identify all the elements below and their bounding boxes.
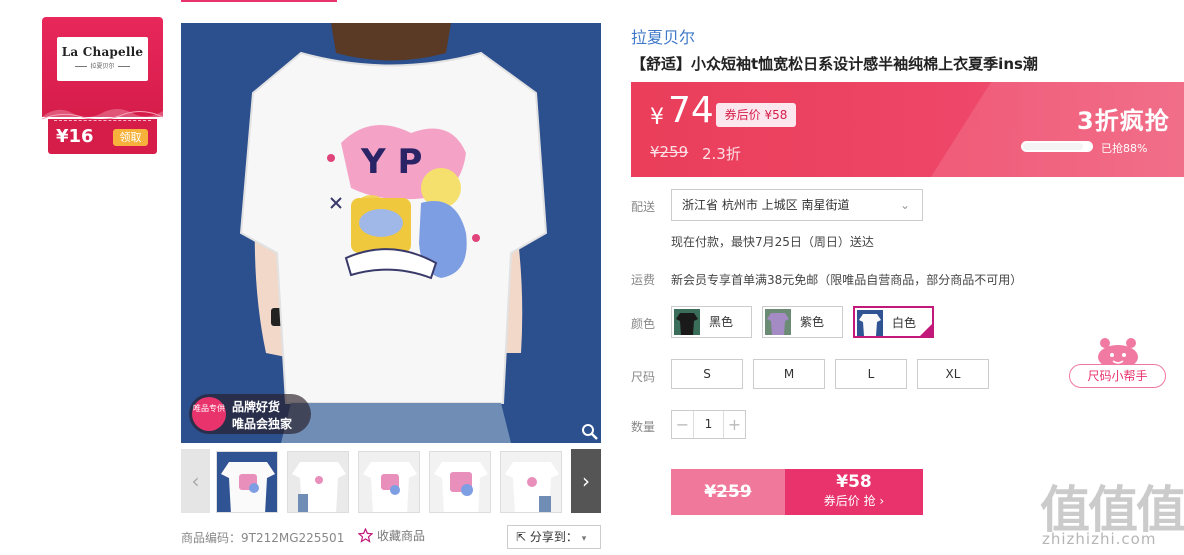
- buy-original-price: ¥259: [704, 482, 752, 502]
- color-swatch-image: [765, 309, 791, 335]
- delivery-location: 浙江省 杭州市 上城区 南星街道: [682, 198, 850, 212]
- shipping-text: 新会员专享首单满38元免邮（限唯品自营商品，部分商品不可用）: [671, 273, 1023, 287]
- quantity-value[interactable]: 1: [694, 411, 723, 438]
- active-tab-indicator: [181, 0, 337, 2]
- size-label: 尺码: [631, 370, 656, 384]
- badge-line2: 唯品会独家: [232, 417, 293, 431]
- favorite-button[interactable]: 收藏商品: [358, 527, 425, 544]
- discount-text: 2.3折: [702, 145, 741, 163]
- brand-logo-sub: 拉夏贝尔: [57, 61, 148, 70]
- buy-now-button[interactable]: ¥58 券后价 抢 ›: [785, 469, 923, 515]
- brand-coupon-card[interactable]: La Chapelle 拉夏贝尔 ¥16 领取: [42, 17, 163, 154]
- size-helper-button[interactable]: 尺码小帮手: [1069, 364, 1166, 388]
- caret-down-icon: ▾: [581, 534, 587, 544]
- color-option-black[interactable]: 黑色: [671, 306, 752, 338]
- shipping-label: 运费: [631, 273, 656, 287]
- current-price: 74: [668, 90, 714, 131]
- thumbnail-image: [359, 452, 419, 512]
- chevron-right-icon: ›: [582, 469, 590, 493]
- thumbnail-1[interactable]: [216, 451, 278, 513]
- brand-logo-name: La Chapelle: [61, 45, 144, 59]
- size-option-xl[interactable]: XL: [917, 359, 989, 389]
- badge-line1: 品牌好货: [232, 400, 281, 414]
- color-option-label: 黑色: [709, 315, 734, 329]
- star-icon: [358, 528, 373, 543]
- badge-circle: 唯品专供: [192, 397, 226, 431]
- thumbnail-image: [288, 452, 348, 512]
- size-option-s[interactable]: S: [671, 359, 743, 389]
- thumbnail-image: [430, 452, 490, 512]
- original-price-button[interactable]: ¥259: [671, 469, 785, 515]
- price-bar: ¥ 74 券后价 ¥58 ¥259 2.3折 3折疯抢 已抢88%: [631, 82, 1184, 177]
- tshirt-illustration: Y P: [181, 23, 601, 443]
- color-swatch-image: [674, 309, 700, 335]
- chevron-left-icon: ‹: [191, 469, 200, 493]
- original-price: ¥259: [650, 143, 689, 161]
- size-helper[interactable]: 尺码小帮手: [1069, 333, 1167, 390]
- share-label: 分享到：: [529, 530, 578, 544]
- share-icon: ⇱: [516, 530, 527, 544]
- claim-coupon-button[interactable]: 领取: [113, 129, 148, 146]
- product-code: 商品编码：9T212MG225501: [181, 531, 345, 545]
- chevron-down-icon: ⌄: [899, 198, 910, 212]
- thumbnail-4[interactable]: [429, 451, 491, 513]
- size-option-l[interactable]: L: [835, 359, 907, 389]
- coupon-divider: [54, 120, 151, 121]
- site-watermark: 值值值 zhizhizhi.com: [1038, 470, 1184, 555]
- delivery-label: 配送: [631, 200, 656, 214]
- color-option-label: 白色: [892, 316, 917, 330]
- thumbnail-image: [217, 452, 277, 512]
- brand-logo[interactable]: La Chapelle 拉夏贝尔: [57, 37, 148, 81]
- svg-text:Y P: Y P: [360, 142, 422, 182]
- selected-check-icon: [919, 323, 933, 337]
- flash-sale-label: 3折疯抢: [1077, 107, 1170, 135]
- sold-text: 已抢88%: [1101, 142, 1148, 155]
- exclusive-badge: 唯品专供 品牌好货 唯品会独家: [189, 394, 311, 434]
- quantity-stepper[interactable]: − 1 +: [671, 410, 746, 439]
- color-option-white[interactable]: 白色: [853, 306, 934, 338]
- price-currency: ¥: [650, 105, 664, 130]
- color-option-purple[interactable]: 紫色: [762, 306, 843, 338]
- color-label: 颜色: [631, 317, 656, 331]
- thumbnail-2[interactable]: [287, 451, 349, 513]
- delivery-location-select[interactable]: 浙江省 杭州市 上城区 南星街道 ⌄: [671, 189, 923, 221]
- color-swatch-image: [857, 310, 883, 336]
- thumbnail-image: [501, 452, 561, 512]
- delivery-eta: 现在付款，最快7月25日（周日）送达: [671, 235, 874, 249]
- sold-progress-fill: [1023, 143, 1083, 150]
- quantity-label: 数量: [631, 420, 656, 434]
- quantity-plus-button[interactable]: +: [723, 411, 745, 438]
- thumbnail-5[interactable]: [500, 451, 562, 513]
- buy-action-label: 券后价 抢 ›: [823, 494, 885, 508]
- thumbnail-next-button[interactable]: ›: [571, 449, 601, 513]
- main-product-image[interactable]: Y P 唯品专供 品牌好货 唯品会独家: [181, 23, 601, 443]
- product-title: 【舒适】小众短袖t恤宽松日系设计感半袖纯棉上衣夏季ins潮: [631, 55, 1038, 73]
- magnifier-icon[interactable]: [581, 423, 599, 441]
- after-coupon-badge: 券后价 ¥58: [716, 103, 796, 127]
- watermark-url: zhizhizhi.com: [1042, 530, 1157, 548]
- color-option-label: 紫色: [800, 315, 825, 329]
- thumbnail-prev-button[interactable]: ‹: [181, 449, 210, 513]
- brand-link[interactable]: 拉夏贝尔: [631, 24, 695, 48]
- quantity-minus-button[interactable]: −: [672, 411, 694, 438]
- coupon-amount: ¥16: [56, 126, 94, 147]
- buy-price: ¥58: [836, 472, 872, 492]
- size-option-m[interactable]: M: [753, 359, 825, 389]
- share-dropdown[interactable]: ⇱ 分享到： ▾: [507, 525, 601, 549]
- favorite-label: 收藏商品: [377, 529, 426, 543]
- thumbnail-3[interactable]: [358, 451, 420, 513]
